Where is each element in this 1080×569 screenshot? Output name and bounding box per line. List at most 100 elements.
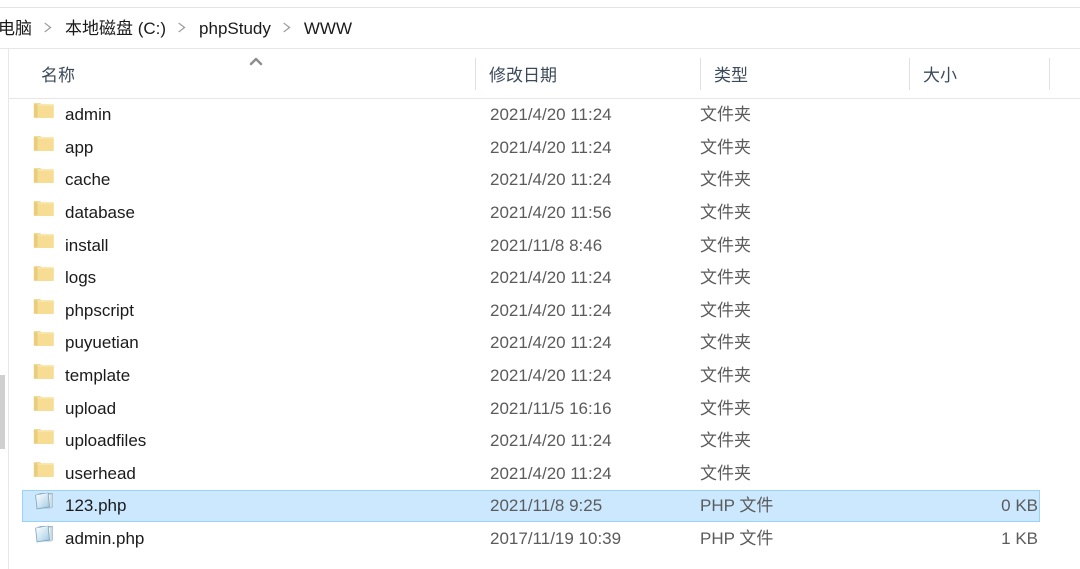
- table-row[interactable]: admin 2021/4/20 11:24 文件夹: [9, 99, 1080, 132]
- file-icon-cell: [33, 164, 59, 196]
- file-icon-cell: [33, 295, 59, 327]
- php-file-icon: [33, 490, 55, 522]
- file-date-modified: 2021/11/8 9:25: [490, 496, 603, 516]
- folder-icon: [33, 327, 54, 359]
- table-row[interactable]: userhead 2021/4/20 11:24 文件夹: [9, 458, 1080, 491]
- folder-icon: [33, 425, 54, 457]
- file-date-modified: 2017/11/19 10:39: [490, 529, 622, 549]
- nav-pane-scrollbar-thumb[interactable]: [0, 375, 5, 449]
- file-type: 文件夹: [700, 105, 751, 125]
- table-row[interactable]: database 2021/4/20 11:56 文件夹: [9, 197, 1080, 230]
- table-row[interactable]: admin.php 2017/11/19 10:39 PHP 文件 1 KB: [9, 523, 1080, 556]
- table-row[interactable]: install 2021/11/8 8:46 文件夹: [9, 229, 1080, 262]
- table-row[interactable]: upload 2021/11/5 16:16 文件夹: [9, 392, 1080, 425]
- table-row[interactable]: app 2021/4/20 11:24 文件夹: [9, 132, 1080, 165]
- folder-icon: [33, 360, 54, 392]
- file-icon-cell: [33, 132, 59, 164]
- file-type: PHP 文件: [700, 496, 774, 516]
- file-name: admin.php: [65, 529, 145, 549]
- table-row[interactable]: 123.php 2021/11/8 9:25 PHP 文件 0 KB: [9, 490, 1080, 523]
- folder-icon: [33, 262, 54, 294]
- file-type: 文件夹: [700, 431, 751, 451]
- file-name: template: [65, 366, 131, 386]
- file-size: [909, 425, 1038, 457]
- file-name: logs: [65, 268, 97, 288]
- file-size: [909, 393, 1038, 425]
- file-explorer-window: 电脑 本地磁盘 (C:) phpStudy WWW 名称 修改日期 类型 大小: [0, 0, 1080, 569]
- column-header-name[interactable]: 名称: [27, 49, 475, 98]
- file-type: 文件夹: [700, 268, 751, 288]
- file-size: 1 KB: [1001, 529, 1038, 549]
- column-header-date[interactable]: 修改日期: [475, 49, 700, 98]
- folder-icon: [33, 295, 54, 327]
- file-icon-cell: [33, 392, 59, 424]
- address-bar[interactable]: 电脑 本地磁盘 (C:) phpStudy WWW: [0, 8, 1080, 49]
- breadcrumb-item-1[interactable]: 电脑: [0, 18, 35, 39]
- folder-icon: [33, 99, 54, 131]
- table-row[interactable]: cache 2021/4/20 11:24 文件夹: [9, 164, 1080, 197]
- file-size: [909, 99, 1038, 131]
- file-type: 文件夹: [700, 398, 751, 418]
- file-name: admin: [65, 105, 112, 125]
- breadcrumb[interactable]: 电脑 本地磁盘 (C:) phpStudy WWW: [0, 18, 355, 39]
- table-row[interactable]: logs 2021/4/20 11:24 文件夹: [9, 262, 1080, 295]
- file-icon-cell: [33, 197, 59, 229]
- file-size: [909, 262, 1038, 294]
- breadcrumb-item-2[interactable]: 本地磁盘 (C:): [62, 18, 169, 39]
- file-name: userhead: [65, 463, 136, 483]
- file-name: 123.php: [65, 496, 127, 516]
- table-row[interactable]: uploadfiles 2021/4/20 11:24 文件夹: [9, 425, 1080, 458]
- column-header-name-label: 名称: [41, 66, 75, 85]
- file-name: puyuetian: [65, 333, 139, 353]
- table-row[interactable]: puyuetian 2021/4/20 11:24 文件夹: [9, 327, 1080, 360]
- file-date-modified: 2021/4/20 11:24: [490, 105, 612, 125]
- file-size: [909, 164, 1038, 196]
- file-date-modified: 2021/4/20 11:24: [490, 170, 612, 190]
- file-type: PHP 文件: [700, 529, 774, 549]
- file-date-modified: 2021/4/20 11:24: [490, 366, 612, 386]
- php-file-icon: [33, 523, 55, 555]
- file-date-modified: 2021/4/20 11:24: [490, 137, 612, 157]
- breadcrumb-item-4[interactable]: WWW: [301, 18, 355, 39]
- file-name: database: [65, 203, 135, 223]
- file-date-modified: 2021/4/20 11:24: [490, 300, 612, 320]
- file-size: [909, 295, 1038, 327]
- folder-icon: [33, 164, 54, 196]
- folder-icon: [33, 229, 54, 261]
- file-name: app: [65, 137, 94, 157]
- file-date-modified: 2021/4/20 11:56: [490, 203, 612, 223]
- file-type: 文件夹: [700, 203, 751, 223]
- file-name: uploadfiles: [65, 431, 147, 451]
- file-size: [909, 360, 1038, 392]
- file-type: 文件夹: [700, 235, 751, 255]
- column-header-overflow[interactable]: [1049, 49, 1080, 98]
- file-date-modified: 2021/11/5 16:16: [490, 398, 612, 418]
- column-header-type-label: 类型: [714, 66, 748, 85]
- chevron-right-icon: [274, 22, 301, 33]
- file-type: 文件夹: [700, 137, 751, 157]
- file-type: 文件夹: [700, 333, 751, 353]
- file-name: cache: [65, 170, 111, 190]
- table-row[interactable]: phpscript 2021/4/20 11:24 文件夹: [9, 295, 1080, 328]
- chevron-right-icon: [169, 22, 196, 33]
- file-date-modified: 2021/4/20 11:24: [490, 463, 612, 483]
- file-date-modified: 2021/4/20 11:24: [490, 431, 612, 451]
- nav-pane-scrollbar-track[interactable]: [0, 49, 7, 569]
- folder-icon: [33, 132, 54, 164]
- file-icon-cell: [33, 425, 59, 457]
- file-type: 文件夹: [700, 170, 751, 190]
- file-size: [909, 132, 1038, 164]
- column-header-size[interactable]: 大小: [909, 49, 1049, 98]
- file-size: [909, 197, 1038, 229]
- file-list[interactable]: admin 2021/4/20 11:24 文件夹 app 2021/4/20 11:…: [9, 99, 1080, 569]
- file-size: [909, 327, 1038, 359]
- table-row[interactable]: template 2021/4/20 11:24 文件夹: [9, 360, 1080, 393]
- breadcrumb-item-3[interactable]: phpStudy: [196, 18, 274, 39]
- file-name: phpscript: [65, 300, 134, 320]
- folder-icon: [33, 392, 54, 424]
- column-header-row: 名称 修改日期 类型 大小: [9, 49, 1080, 99]
- file-icon-cell: [33, 458, 59, 490]
- file-type: 文件夹: [700, 300, 751, 320]
- column-header-type[interactable]: 类型: [700, 49, 909, 98]
- column-header-date-label: 修改日期: [489, 66, 557, 85]
